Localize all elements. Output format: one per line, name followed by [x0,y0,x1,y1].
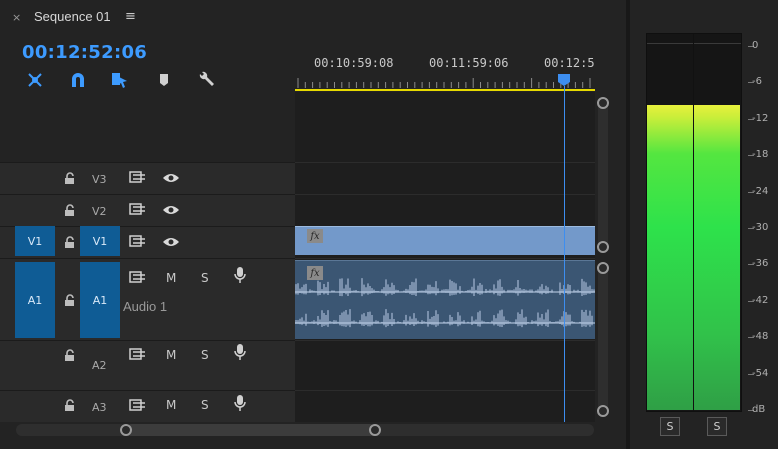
sync-lock-icon[interactable] [129,202,147,216]
video-clip[interactable] [295,226,595,255]
track-label-v3[interactable]: V3 [92,173,107,186]
db-label: -48 [752,331,769,342]
sequence-tab-title[interactable]: Sequence 01 [34,9,111,24]
source-patch-a1[interactable]: A1 [15,262,55,338]
magnet-icon[interactable] [67,70,89,90]
eye-icon[interactable] [162,235,180,249]
sync-lock-icon[interactable] [129,398,147,412]
sync-lock-icon[interactable] [129,170,147,184]
db-label: -18 [752,149,769,160]
mute-button-a3[interactable]: M [166,398,176,412]
zoom-handle-left[interactable] [120,424,132,436]
sync-lock-icon[interactable] [129,347,147,361]
linked-selection-icon[interactable] [109,70,131,90]
track-label-a2[interactable]: A2 [92,359,107,372]
db-label: -30 [752,222,769,233]
close-tab-icon[interactable]: × [12,11,21,24]
horizontal-scroll-thumb[interactable] [126,424,376,436]
db-label: -6 [752,76,762,87]
snap-nest-icon[interactable] [24,70,46,90]
audio-vertical-scrollbar[interactable] [598,266,608,414]
track-lane-a2[interactable] [295,340,595,390]
scroll-handle[interactable] [597,97,609,109]
wrench-icon[interactable] [195,70,217,90]
track-label-a3[interactable]: A3 [92,401,107,414]
solo-button-a2[interactable]: S [201,348,209,362]
playhead-timecode[interactable]: 00:12:52:06 [22,42,147,63]
meter-solo-left-button[interactable]: S [660,417,680,436]
peak-indicator-row [647,34,741,44]
lock-icon[interactable] [60,171,78,185]
db-label: -36 [752,258,769,269]
ruler-label: 00:10:59:08 [314,56,394,70]
mute-button-a2[interactable]: M [166,348,176,362]
playhead-line[interactable] [564,86,565,422]
panel-divider[interactable] [626,0,630,449]
track-lane-a3[interactable] [295,390,595,422]
lock-icon[interactable] [60,203,78,217]
track-lane-v3[interactable] [295,162,595,194]
track-label-v2[interactable]: V2 [92,205,107,218]
meter-solo-right-button[interactable]: S [707,417,727,436]
track-target-v1[interactable]: V1 [80,226,120,256]
track-header-a3[interactable] [0,390,295,422]
mute-button-a1[interactable]: M [166,271,176,285]
sync-lock-icon[interactable] [129,234,147,248]
add-marker-icon[interactable] [153,70,175,90]
work-area-bar[interactable] [295,89,595,91]
microphone-icon[interactable] [231,344,249,360]
track-header-v2[interactable] [0,194,295,226]
ruler-label: 00:12:59 [544,56,595,70]
fx-badge[interactable]: fx [307,229,323,243]
eye-icon[interactable] [162,203,180,217]
solo-button-a3[interactable]: S [201,398,209,412]
sync-lock-icon[interactable] [129,270,147,284]
lock-icon[interactable] [60,235,78,249]
scroll-handle[interactable] [597,241,609,253]
video-vertical-scrollbar[interactable] [598,100,608,248]
lock-icon[interactable] [60,398,78,412]
source-patch-v1[interactable]: V1 [15,226,55,256]
microphone-icon[interactable] [231,267,249,283]
db-label: 0 [752,40,759,51]
db-label: -12 [752,113,769,124]
track-header-v3[interactable] [0,162,295,194]
ruler-label: 00:11:59:06 [429,56,509,70]
track-target-a1[interactable]: A1 [80,262,120,338]
tab-menu-icon[interactable]: ≡ [125,9,136,24]
db-label: -24 [752,186,769,197]
track-header-a2[interactable] [0,340,295,390]
lock-icon[interactable] [60,293,78,307]
scroll-handle[interactable] [597,262,609,274]
microphone-icon[interactable] [231,395,249,411]
track-name-a1[interactable]: Audio 1 [123,299,167,314]
db-label: -54 [752,368,769,379]
meter-level-left [647,105,693,410]
lock-icon[interactable] [60,348,78,362]
meter-channel-divider [693,34,694,411]
meter-level-right [694,105,740,410]
db-label: dB [752,404,766,415]
solo-button-a1[interactable]: S [201,271,209,285]
eye-icon[interactable] [162,171,180,185]
track-lane-v2[interactable] [295,194,595,226]
db-label: -42 [752,295,769,306]
zoom-handle-right[interactable] [369,424,381,436]
scroll-handle[interactable] [597,405,609,417]
audio-waveform [295,278,595,328]
playhead-handle[interactable] [557,73,571,87]
ruler-ticks [297,78,591,88]
